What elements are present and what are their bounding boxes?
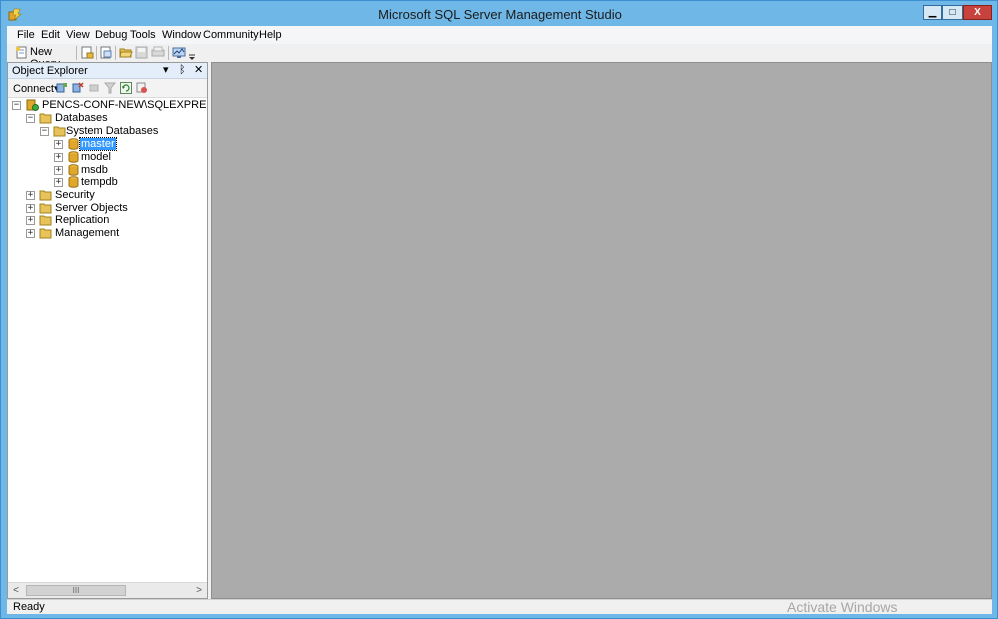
tree-label-msdb: msdb	[81, 164, 108, 176]
window-position-dropdown-icon[interactable]: ▾	[163, 64, 169, 77]
object-explorer-header: Object Explorer ▾ ᛒ ✕	[8, 63, 207, 79]
menu-window[interactable]: Window	[162, 29, 201, 41]
tree-expander[interactable]: +	[26, 204, 35, 213]
tree-label-server-objects: Server Objects	[55, 202, 128, 214]
sync-icon[interactable]	[136, 82, 148, 94]
maximize-button[interactable]: □	[942, 5, 963, 20]
minimize-button[interactable]: ▁	[923, 5, 942, 20]
toolbar-separator	[168, 46, 169, 60]
close-button[interactable]: X	[963, 5, 992, 20]
menu-tools[interactable]: Tools	[130, 29, 156, 41]
tree-node-master[interactable]: + master	[54, 137, 207, 151]
tree-node-system-databases[interactable]: − System Databases	[40, 125, 207, 138]
tree-label-system-databases: System Databases	[66, 125, 159, 137]
menu-file[interactable]: File	[17, 29, 35, 41]
tree-node-replication[interactable]: + Replication	[26, 214, 207, 227]
tree-label-model: model	[81, 151, 111, 163]
folder-icon	[53, 126, 66, 137]
tree-expander[interactable]: +	[26, 191, 35, 200]
tree-node-model[interactable]: + model	[54, 151, 207, 164]
tree-expander[interactable]: +	[26, 216, 35, 225]
database-icon	[68, 151, 79, 163]
new-query-button[interactable]: New Query	[15, 46, 73, 70]
ssms-window: Microsoft SQL Server Management Studio ▁…	[0, 0, 998, 619]
object-explorer-title: Object Explorer	[12, 65, 88, 77]
toolbar-separator	[96, 46, 97, 60]
tree-expander[interactable]: +	[26, 229, 35, 238]
menu-edit[interactable]: Edit	[41, 29, 60, 41]
tree-node-tempdb[interactable]: + tempdb	[54, 176, 207, 189]
tree-node-security[interactable]: + Security	[26, 189, 207, 202]
filter-icon[interactable]	[104, 82, 116, 94]
tree-expander[interactable]: +	[54, 153, 63, 162]
scroll-thumb[interactable]: III	[26, 585, 126, 596]
tree-node-server[interactable]: − PENCS-CONF-NEW\SQLEXPRESS (SQL Server	[12, 99, 207, 112]
folder-icon	[39, 113, 52, 124]
folder-icon	[39, 190, 52, 201]
toolbar-options-icon[interactable]	[188, 46, 196, 60]
tree-expander[interactable]: −	[26, 114, 35, 123]
menu-help[interactable]: Help	[259, 29, 282, 41]
folder-icon	[39, 203, 52, 214]
folder-icon	[39, 228, 52, 239]
activity-monitor-icon[interactable]	[172, 46, 186, 59]
database-icon	[68, 138, 79, 150]
new-file-icon[interactable]	[80, 46, 94, 59]
status-text: Ready	[13, 601, 45, 613]
toolbar-separator	[76, 46, 77, 60]
print-icon[interactable]	[151, 46, 165, 59]
tree-expander[interactable]: +	[54, 166, 63, 175]
connect-label: Connect	[13, 83, 54, 95]
tree-label-management: Management	[55, 227, 120, 239]
new-project-icon[interactable]	[99, 46, 113, 59]
close-panel-icon[interactable]: ✕	[194, 64, 203, 77]
stop-icon[interactable]	[88, 82, 100, 94]
menu-view[interactable]: View	[66, 29, 90, 41]
activation-watermark: Activate Windows	[787, 599, 898, 615]
object-explorer-panel: Object Explorer ▾ ᛒ ✕ Connect▾	[7, 62, 208, 599]
open-folder-icon[interactable]	[119, 46, 133, 59]
scroll-right-button[interactable]: >	[191, 583, 207, 598]
new-query-icon	[15, 46, 27, 59]
database-icon	[68, 176, 79, 188]
menu-debug[interactable]: Debug	[95, 29, 127, 41]
toolbar-separator	[115, 46, 116, 60]
tree-label-replication: Replication	[55, 214, 110, 226]
horizontal-scrollbar[interactable]: < III >	[8, 582, 207, 598]
tree-label-tempdb: tempdb	[81, 176, 118, 188]
tree-label-databases: Databases	[55, 112, 108, 124]
standard-toolbar: New Query	[7, 44, 992, 70]
tree-label-security: Security	[55, 189, 95, 201]
title-bar[interactable]: Microsoft SQL Server Management Studio ▁…	[1, 1, 998, 27]
folder-icon	[39, 215, 52, 226]
auto-hide-pin-icon[interactable]: ᛒ	[179, 64, 186, 77]
document-area	[211, 62, 992, 599]
tree-expander[interactable]: −	[12, 101, 21, 110]
refresh-icon[interactable]	[120, 82, 132, 94]
client-area: File Edit View Debug Tools Window Commun…	[7, 26, 992, 614]
window-title: Microsoft SQL Server Management Studio	[378, 7, 622, 22]
menu-community[interactable]: Community	[203, 29, 259, 41]
object-explorer-toolbar: Connect▾	[8, 79, 207, 98]
connect-button[interactable]: Connect▾	[13, 82, 60, 95]
tree-label-master: master	[79, 137, 117, 151]
save-icon[interactable]	[135, 46, 149, 59]
menu-bar: File Edit View Debug Tools Window Commun…	[7, 26, 992, 44]
server-icon	[26, 99, 39, 111]
scroll-left-button[interactable]: <	[8, 583, 24, 598]
tree-node-databases[interactable]: − Databases	[26, 112, 207, 125]
tree-expander[interactable]: +	[54, 178, 63, 187]
connect-object-explorer-icon[interactable]	[56, 82, 68, 94]
database-icon	[68, 164, 79, 176]
disconnect-icon[interactable]	[72, 82, 84, 94]
tree-label-server: PENCS-CONF-NEW\SQLEXPRESS (SQL Server	[42, 99, 207, 111]
object-explorer-tree[interactable]: − PENCS-CONF-NEW\SQLEXPRESS (SQL Server …	[8, 98, 207, 582]
tree-node-management[interactable]: + Management	[26, 227, 207, 240]
tree-expander[interactable]: +	[54, 140, 63, 149]
tree-expander[interactable]: −	[40, 127, 49, 136]
